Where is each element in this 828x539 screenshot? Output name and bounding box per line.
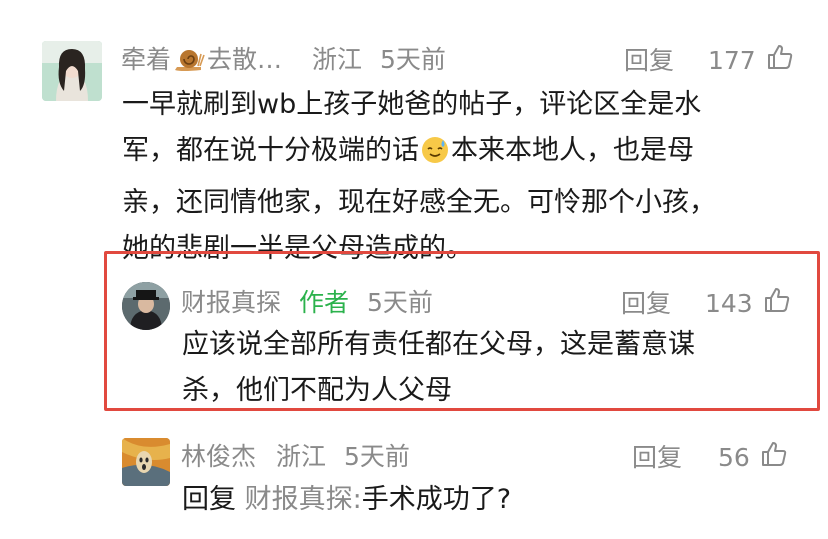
comment-text: 手术成功了? xyxy=(361,484,512,515)
author-badge: 作者 xyxy=(298,288,349,317)
comment-meta: 牵着 去散… 浙江 5天前 xyxy=(121,43,446,76)
comment-text-line: 应该说全部所有责任都在父母，这是蓄意谋 xyxy=(182,329,695,360)
comment-text-line: 军，都在说十分极端的话 本来本地人，也是母 xyxy=(122,128,802,180)
reply-target-user[interactable]: 财报真探: xyxy=(245,484,362,515)
username[interactable]: 财报真探 xyxy=(181,287,281,319)
comment-actions: 回复 143 xyxy=(621,286,791,322)
thumbs-up-icon[interactable] xyxy=(766,43,794,79)
timestamp: 5天前 xyxy=(343,442,410,471)
thumbs-up-icon[interactable] xyxy=(763,286,791,322)
username[interactable]: 林俊杰 xyxy=(181,441,256,473)
avatar[interactable] xyxy=(42,41,102,101)
comment-actions: 回复 56 xyxy=(632,440,788,476)
avatar-image xyxy=(122,282,170,330)
avatar[interactable] xyxy=(122,282,170,330)
avatar-image xyxy=(42,41,102,101)
comment-actions: 回复 177 xyxy=(624,43,794,79)
reply-button[interactable]: 回复 xyxy=(632,442,682,474)
sweat-smile-emoji-icon xyxy=(420,134,450,180)
like-count: 143 xyxy=(704,289,753,318)
comment-text-line: 杀，他们不配为人父母 xyxy=(182,375,452,406)
comment-text-segment: 本来本地人，也是母 xyxy=(451,135,694,166)
like-count: 56 xyxy=(717,443,750,472)
like-count: 177 xyxy=(707,46,756,75)
location: 浙江 xyxy=(311,45,362,74)
comment-text-line: 亲，还同情他家，现在好感全无。可怜那个小孩， xyxy=(122,187,716,218)
comment-body: 应该说全部所有责任都在父母，这是蓄意谋 杀，他们不配为人父母 xyxy=(182,322,792,414)
username-suffix[interactable]: 去散… xyxy=(207,44,282,76)
reply-button[interactable]: 回复 xyxy=(621,288,671,320)
username[interactable]: 牵着 xyxy=(121,44,171,76)
timestamp: 5天前 xyxy=(379,45,446,74)
location: 浙江 xyxy=(275,442,326,471)
timestamp: 5天前 xyxy=(366,288,433,317)
reply-prefix: 回复 xyxy=(182,484,236,515)
comment-meta: 财报真探 作者 5天前 xyxy=(181,286,433,319)
comment-body: 一早就刷到wb上孩子她爸的帖子，评论区全是水 军，都在说十分极端的话 本来本地人… xyxy=(122,82,802,272)
comment-text-segment: 军，都在说十分极端的话 xyxy=(122,135,419,166)
comment-text-line: 一早就刷到wb上孩子她爸的帖子，评论区全是水 xyxy=(122,89,702,120)
thumbs-up-icon[interactable] xyxy=(760,440,788,476)
snail-icon xyxy=(173,46,205,74)
comment-body: 回复 财报真探:手术成功了? xyxy=(182,477,792,523)
avatar-image xyxy=(122,438,170,486)
avatar[interactable] xyxy=(122,438,170,486)
comment-meta: 林俊杰 浙江 5天前 xyxy=(181,440,410,473)
reply-button[interactable]: 回复 xyxy=(624,45,674,77)
